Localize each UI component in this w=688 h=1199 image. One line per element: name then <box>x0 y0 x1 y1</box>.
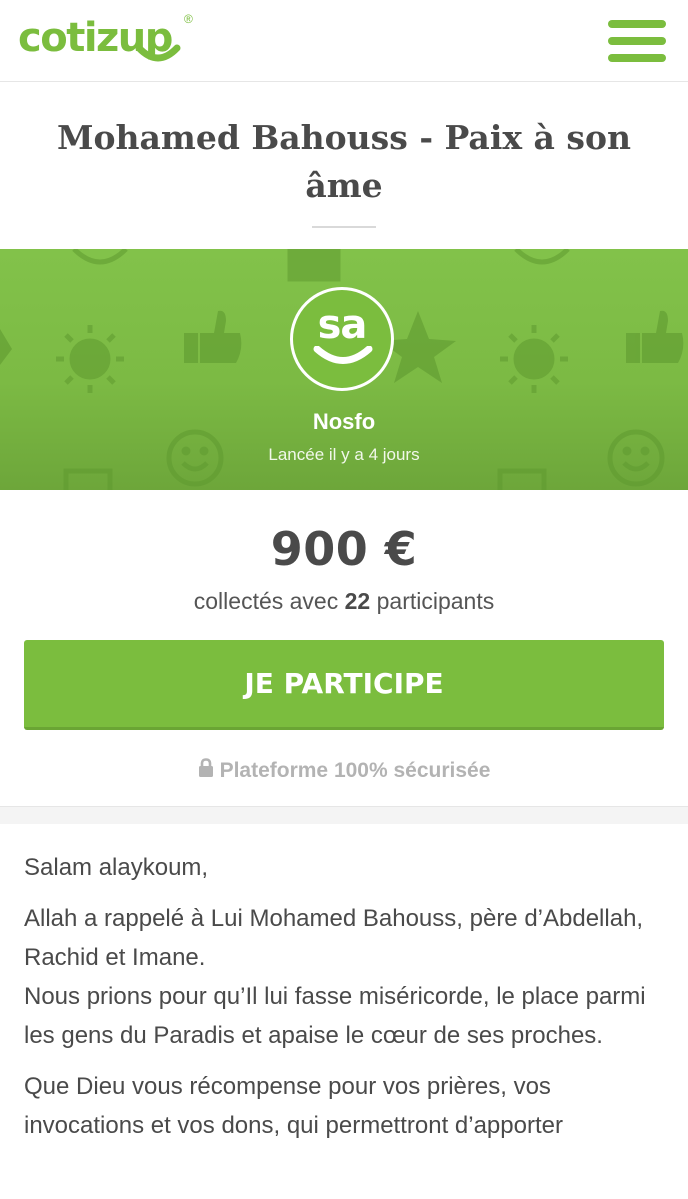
campaign-title: Mohamed Bahouss - Paix à son âme <box>57 118 631 205</box>
creator-name[interactable]: Nosfo <box>0 409 688 435</box>
avatar-initials: sa <box>317 302 368 348</box>
creator-avatar: sa <box>290 287 394 391</box>
participants-suffix: participants <box>376 588 495 614</box>
thumbs-up-icon <box>184 310 242 363</box>
hamburger-icon[interactable] <box>608 20 666 62</box>
campaign-description: Salam alaykoum, Allah a rappelé à Lui Mo… <box>24 848 664 1157</box>
cotizup-logo[interactable]: cotizup ® <box>18 10 208 70</box>
security-notice: Plateforme 100% sécurisée <box>0 758 688 783</box>
participate-button[interactable]: JE PARTICIPE <box>24 640 664 730</box>
lock-icon <box>198 758 213 777</box>
gift-icon <box>63 468 547 490</box>
amount-collected: 900 € <box>270 522 418 576</box>
logo-smile-icon <box>135 44 181 62</box>
description-paragraph: Salam alaykoum, <box>24 854 209 881</box>
top-header: cotizup ® <box>0 0 688 82</box>
section-separator <box>0 806 688 824</box>
collected-prefix: collectés avec <box>193 588 339 614</box>
gift-icon <box>287 249 341 282</box>
description-paragraph: Que Dieu vous récompense pour vos prière… <box>24 1073 563 1139</box>
description-line: Allah a rappelé à Lui Mohamed Bahouss, p… <box>24 905 644 971</box>
description-line: Nous prions pour qu’Il lui fasse miséric… <box>24 983 646 1049</box>
participants-count: 22 <box>344 588 371 614</box>
avatar-smile-icon <box>313 346 373 364</box>
registered-mark: ® <box>184 12 193 26</box>
title-divider <box>312 226 376 228</box>
campaign-banner: sa Nosfo Lancée il y a 4 jours <box>0 249 688 490</box>
description-paragraph: Allah a rappelé à Lui Mohamed Bahouss, p… <box>24 899 664 1055</box>
thumbs-up-icon <box>626 310 684 363</box>
security-label: Plateforme 100% sécurisée <box>219 759 491 782</box>
sun-icon <box>56 325 124 393</box>
collected-summary: collectés avec 22 participants <box>0 588 688 615</box>
launch-date: Lancée il y a 4 jours <box>268 445 420 464</box>
sun-icon <box>500 325 568 393</box>
